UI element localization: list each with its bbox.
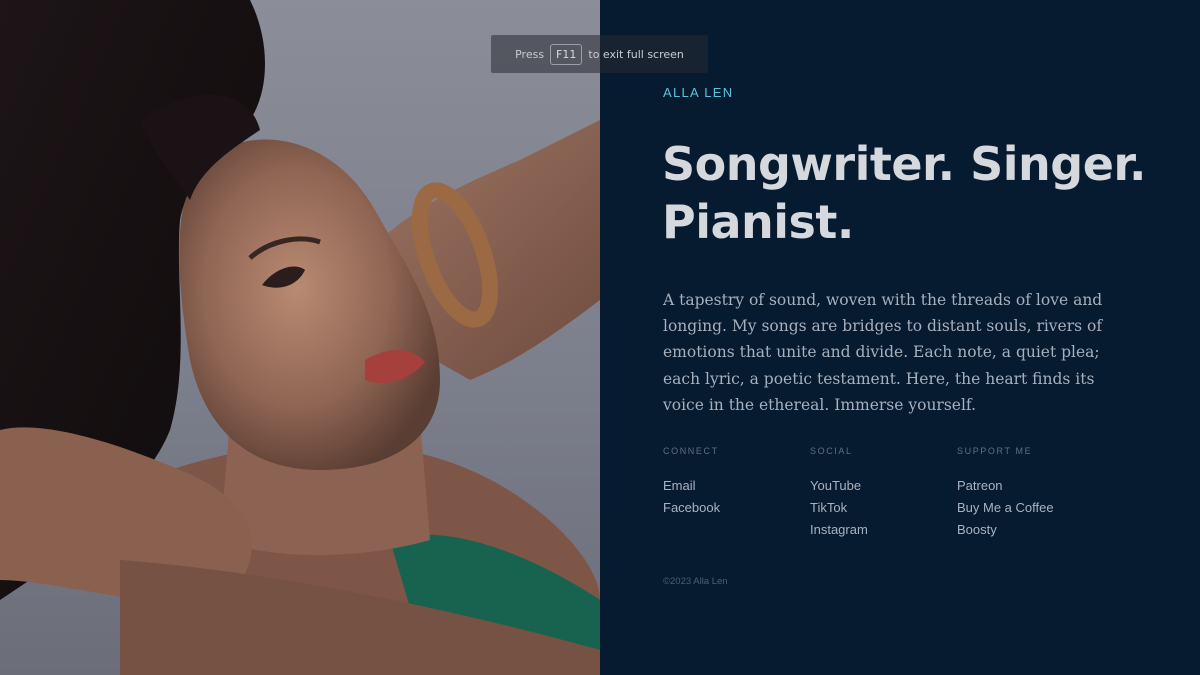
support-column: SUPPORT ME Patreon Buy Me a Coffee Boost…	[957, 446, 1104, 541]
support-heading: SUPPORT ME	[957, 446, 1033, 456]
headline-line-2: Pianist.	[662, 195, 854, 249]
fullscreen-exit-hint: Press F11 to exit full screen	[491, 35, 708, 73]
instagram-link[interactable]: Instagram	[810, 519, 957, 541]
artist-bio: A tapestry of sound, woven with the thre…	[663, 291, 1103, 414]
buy-me-a-coffee-link[interactable]: Buy Me a Coffee	[957, 497, 1104, 519]
content-panel: ALLA LEN Songwriter. Singer. Pianist. A …	[600, 0, 1200, 675]
headline-line-1: Songwriter. Singer.	[662, 137, 1147, 191]
connect-heading: CONNECT	[663, 446, 719, 456]
connect-column: CONNECT Email Facebook	[663, 446, 810, 541]
facebook-link[interactable]: Facebook	[663, 497, 810, 519]
copyright-text: ©2023 Alla Len	[663, 576, 728, 587]
social-column: SOCIAL YouTube TikTok Instagram	[810, 446, 957, 541]
link-columns: CONNECT Email Facebook SOCIAL YouTube Ti…	[663, 446, 1104, 541]
email-link[interactable]: Email	[663, 475, 810, 497]
youtube-link[interactable]: YouTube	[810, 475, 957, 497]
tiktok-link[interactable]: TikTok	[810, 497, 957, 519]
fullscreen-hint-prefix: Press	[515, 47, 545, 61]
fullscreen-hint-suffix: to exit full screen	[588, 47, 684, 61]
f11-key-badge: F11	[550, 43, 583, 65]
page: ALLA LEN Songwriter. Singer. Pianist. A …	[0, 0, 1200, 675]
artist-name: ALLA LEN	[663, 85, 734, 100]
artist-portrait-photo	[0, 0, 600, 675]
boosty-link[interactable]: Boosty	[957, 519, 1104, 541]
page-title: Songwriter. Singer. Pianist.	[662, 135, 1162, 251]
patreon-link[interactable]: Patreon	[957, 475, 1104, 497]
social-heading: SOCIAL	[810, 446, 853, 456]
